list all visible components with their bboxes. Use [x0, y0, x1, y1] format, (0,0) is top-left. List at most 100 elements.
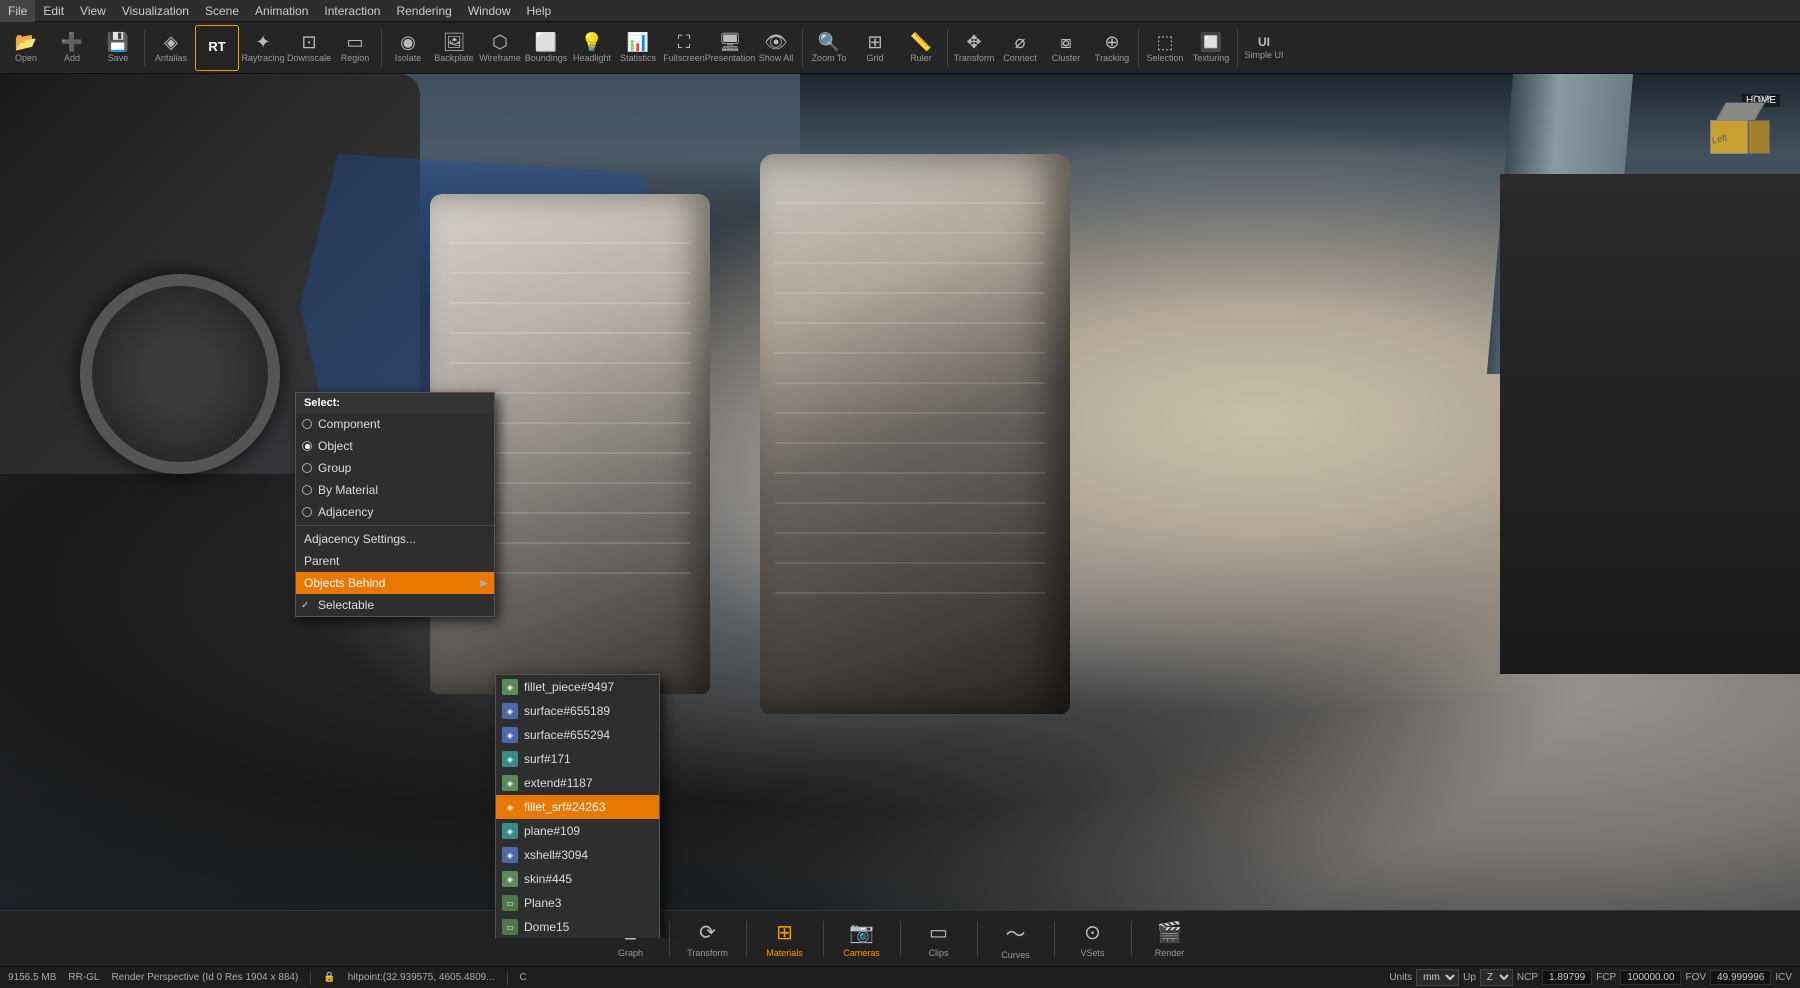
curves-icon: 〜: [1006, 918, 1026, 947]
ctx-selectable[interactable]: Selectable: [296, 594, 494, 616]
bt-curves-label: Curves: [1001, 950, 1030, 960]
cluster-icon: ⧇: [1060, 33, 1071, 51]
sub-surface655189[interactable]: ◈ surface#655189: [496, 699, 659, 723]
menu-window[interactable]: Window: [460, 0, 519, 22]
toolbar-downscale[interactable]: ⊡ Downscale: [287, 25, 331, 71]
toolbar-tracking[interactable]: ⊕ Tracking: [1090, 25, 1134, 71]
menu-file[interactable]: File: [0, 0, 35, 22]
ctx-objects-behind[interactable]: Objects Behind: [296, 572, 494, 594]
toolbar-headlight[interactable]: 💡 Headlight: [570, 25, 614, 71]
cube-face-side: [1748, 120, 1770, 154]
ctx-adjacency[interactable]: Adjacency: [296, 501, 494, 523]
texturing-icon: 🔲: [1200, 33, 1222, 51]
region-icon: ▭: [346, 33, 363, 51]
bt-render[interactable]: 🎬 Render: [1140, 914, 1200, 964]
ctx-by-material[interactable]: By Material: [296, 479, 494, 501]
sub-surf171-label: surf#171: [524, 752, 571, 766]
sub-extend1187-label: extend#1187: [524, 776, 593, 790]
toolbar-connect[interactable]: ⌀ Connect: [998, 25, 1042, 71]
toolbar-selection[interactable]: ⬚ Selection: [1143, 25, 1187, 71]
menu-scene[interactable]: Scene: [197, 0, 247, 22]
sub-extend1187[interactable]: ◈ extend#1187: [496, 771, 659, 795]
toolbar-grid[interactable]: ⊞ Grid: [853, 25, 897, 71]
toolbar-sep-4: [947, 30, 948, 66]
sub-fillet-piece[interactable]: ◈ fillet_piece#9497: [496, 675, 659, 699]
toolbar-statistics[interactable]: 📊 Statistics: [616, 25, 660, 71]
bt-materials[interactable]: ⊞ Materials: [755, 914, 815, 964]
toolbar-zoom-to[interactable]: 🔍 Zoom To: [807, 25, 851, 71]
menu-help[interactable]: Help: [519, 0, 560, 22]
bt-vsets[interactable]: ⊙ VSets: [1063, 914, 1123, 964]
units-select[interactable]: mm cm m in: [1416, 969, 1459, 986]
toolbar-show-all[interactable]: 👁 Show All: [754, 25, 798, 71]
status-memory: 9156.5 MB: [8, 972, 56, 983]
sub-surf171[interactable]: ◈ surf#171: [496, 747, 659, 771]
sub-icon-surface655294: ◈: [502, 727, 518, 743]
fov-value: 49.999996: [1710, 970, 1771, 985]
sub-dome15[interactable]: ▭ Dome15: [496, 915, 659, 938]
raytracing-icon: ✦: [255, 33, 270, 51]
bt-cameras[interactable]: 📷 Cameras: [832, 914, 892, 964]
sub-surface655189-label: surface#655189: [524, 704, 610, 718]
menu-animation[interactable]: Animation: [247, 0, 316, 22]
downscale-icon: ⊡: [301, 33, 316, 51]
sub-plane3[interactable]: ▭ Plane3: [496, 891, 659, 915]
statistics-icon: 📊: [627, 33, 649, 51]
isolate-icon: ◉: [400, 33, 416, 51]
toolbar-fullscreen[interactable]: ⛶ Fullscreen: [662, 25, 706, 71]
connect-icon: ⌀: [1015, 33, 1026, 51]
menu-rendering[interactable]: Rendering: [388, 0, 459, 22]
status-renderer: RR-GL: [68, 972, 99, 983]
fcp-value: 100000.00: [1620, 970, 1681, 985]
menu-edit[interactable]: Edit: [35, 0, 72, 22]
sub-icon-xshell3094: ◈: [502, 847, 518, 863]
toolbar-wireframe[interactable]: ⬡ Wireframe: [478, 25, 522, 71]
viewport[interactable]: HOME TOP Left Select: Component Object G…: [0, 74, 1800, 938]
nav-cube[interactable]: HOME TOP Left: [1700, 94, 1780, 174]
toolbar-add[interactable]: ➕ Add: [50, 25, 94, 71]
bt-curves[interactable]: 〜 Curves: [986, 914, 1046, 964]
sub-surface655294[interactable]: ◈ surface#655294: [496, 723, 659, 747]
toolbar-save[interactable]: 💾 Save: [96, 25, 140, 71]
toolbar-presentation[interactable]: 🖥 Presentation: [708, 25, 752, 71]
menu-interaction[interactable]: Interaction: [316, 0, 388, 22]
ctx-parent[interactable]: Parent: [296, 550, 494, 572]
toolbar-backplate[interactable]: 🖼 Backplate: [432, 25, 476, 71]
bt-transform[interactable]: ⟳ Transform: [678, 914, 738, 964]
toolbar-antalias[interactable]: ◈ Antalias: [149, 25, 193, 71]
selection-icon: ⬚: [1156, 33, 1173, 51]
toolbar-raytracing[interactable]: ✦ Raytracing: [241, 25, 285, 71]
bt-sep-2: [746, 921, 747, 957]
toolbar-region[interactable]: ▭ Region: [333, 25, 377, 71]
sub-plane109[interactable]: ◈ plane#109: [496, 819, 659, 843]
sub-xshell3094[interactable]: ◈ xshell#3094: [496, 843, 659, 867]
status-c-label: C: [520, 972, 527, 983]
bt-clips[interactable]: ▭ Clips: [909, 914, 969, 964]
toolbar-boundings[interactable]: ⬜ Boundings: [524, 25, 568, 71]
toolbar-ruler[interactable]: 📏 Ruler: [899, 25, 943, 71]
status-sep-2: [507, 971, 508, 985]
cube-face-top: [1714, 102, 1766, 122]
ctx-group[interactable]: Group: [296, 457, 494, 479]
sub-icon-surf171: ◈: [502, 751, 518, 767]
menu-view[interactable]: View: [72, 0, 114, 22]
radio-object: [302, 441, 312, 451]
ctx-adjacency-settings[interactable]: Adjacency Settings...: [296, 528, 494, 550]
toolbar-transform[interactable]: ✥ Transform: [952, 25, 996, 71]
up-axis-select[interactable]: Z Y: [1480, 969, 1513, 986]
toolbar-cluster[interactable]: ⧇ Cluster: [1044, 25, 1088, 71]
toolbar-texturing[interactable]: 🔲 Texturing: [1189, 25, 1233, 71]
toolbar-rt[interactable]: RT: [195, 25, 239, 71]
toolbar-open[interactable]: 📂 Open: [4, 25, 48, 71]
fov-label: FOV: [1685, 972, 1706, 983]
ctx-component[interactable]: Component: [296, 413, 494, 435]
sub-skin445[interactable]: ◈ skin#445: [496, 867, 659, 891]
show-all-icon: 👁: [765, 33, 788, 51]
cube-label-top[interactable]: TOP: [1752, 94, 1770, 104]
toolbar-isolate[interactable]: ◉ Isolate: [386, 25, 430, 71]
sub-fillet-srf24263[interactable]: ◈ fillet_srf#24263: [496, 795, 659, 819]
menu-visualization[interactable]: Visualization: [114, 0, 197, 22]
toolbar-simple-ui[interactable]: UI Simple UI: [1242, 25, 1286, 71]
bt-transform-label: Transform: [687, 948, 728, 958]
ctx-object[interactable]: Object: [296, 435, 494, 457]
